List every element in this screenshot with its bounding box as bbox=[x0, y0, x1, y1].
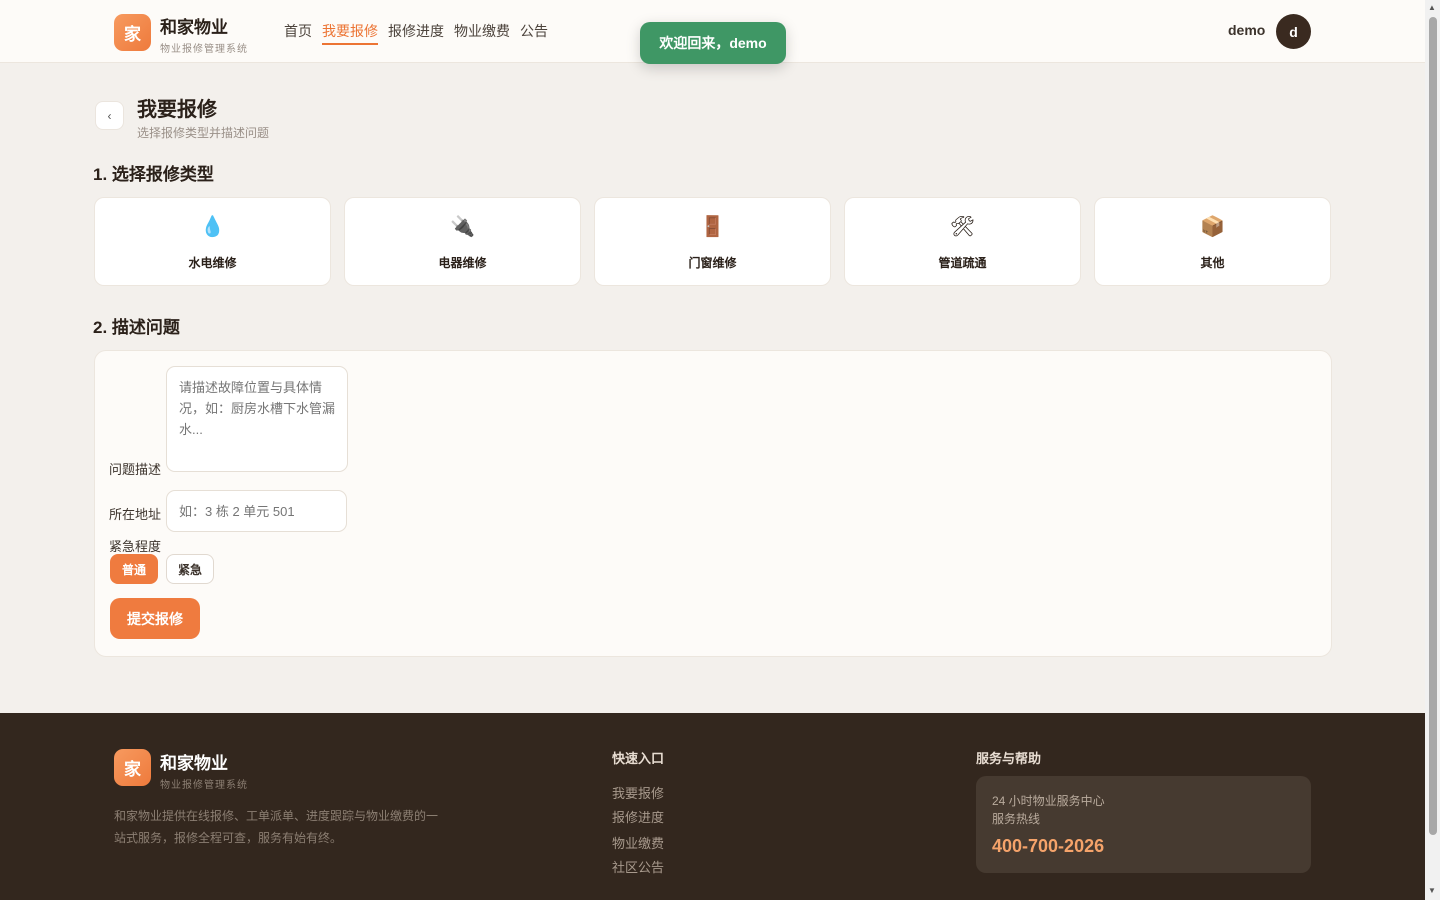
nav-home[interactable]: 首页 bbox=[284, 22, 312, 45]
footer-brand: 和家物业 bbox=[160, 754, 228, 773]
type-label: 其他 bbox=[1200, 256, 1225, 270]
type-label: 水电维修 bbox=[188, 256, 237, 270]
footer-description: 和家物业提供在线报修、工单派单、进度跟踪与物业缴费的一站式服务，报修全程可查，服… bbox=[114, 809, 439, 845]
scroll-down-icon[interactable]: ▼ bbox=[1428, 886, 1436, 895]
submit-repair-button[interactable]: 提交报修 bbox=[110, 598, 200, 639]
scrollbar[interactable]: ▲ ▼ bbox=[1425, 0, 1440, 900]
logo-icon[interactable]: 家 bbox=[114, 14, 151, 51]
footer-link-repair[interactable]: 我要报修 bbox=[612, 783, 664, 802]
service-center-text: 24 小时物业服务中心 bbox=[992, 794, 1105, 808]
brand-subtitle: 物业报修管理系统 bbox=[160, 44, 248, 55]
page-subtitle: 选择报修类型并描述问题 bbox=[137, 126, 270, 140]
type-card-pipe[interactable]: 🛠 管道疏通 bbox=[844, 197, 1081, 286]
hotline-label: 服务热线 bbox=[992, 812, 1041, 826]
nav-progress[interactable]: 报修进度 bbox=[388, 22, 444, 45]
help-title: 服务与帮助 bbox=[976, 751, 1042, 766]
footer-logo-icon: 家 bbox=[114, 749, 151, 786]
footer-link-announcements[interactable]: 社区公告 bbox=[612, 857, 664, 876]
type-label: 门窗维修 bbox=[688, 256, 737, 270]
footer: 家 和家物业 物业报修管理系统 和家物业提供在线报修、工单派单、进度跟踪与物业缴… bbox=[0, 713, 1425, 900]
type-label: 电器维修 bbox=[438, 256, 487, 270]
type-card-plumbing[interactable]: 💧 水电维修 bbox=[94, 197, 331, 286]
welcome-toast: 欢迎回来，demo bbox=[640, 22, 786, 64]
service-hotline-box: 24 小时物业服务中心 服务热线 400-700-2026 bbox=[976, 776, 1311, 873]
tools-icon: 🛠 bbox=[949, 216, 976, 238]
description-textarea[interactable] bbox=[166, 366, 348, 472]
type-label: 管道疏通 bbox=[938, 256, 987, 270]
brand-name[interactable]: 和家物业 bbox=[160, 13, 228, 38]
section-title-type: 1. 选择报修类型 bbox=[93, 165, 214, 184]
urgency-label: 紧急程度 bbox=[109, 539, 162, 554]
water-drop-icon: 💧 bbox=[200, 216, 225, 238]
footer-link-progress[interactable]: 报修进度 bbox=[612, 807, 664, 826]
back-button[interactable]: ‹ bbox=[95, 101, 124, 130]
address-label: 所在地址 bbox=[109, 507, 162, 522]
urgency-normal-button[interactable]: 普通 bbox=[110, 554, 158, 584]
address-input[interactable] bbox=[166, 490, 347, 532]
type-card-appliance[interactable]: 🔌 电器维修 bbox=[344, 197, 581, 286]
desc-label: 问题描述 bbox=[109, 462, 162, 477]
nav-payment[interactable]: 物业缴费 bbox=[454, 22, 510, 45]
footer-brand-subtitle: 物业报修管理系统 bbox=[160, 780, 248, 791]
nav-repair[interactable]: 我要报修 bbox=[322, 22, 378, 45]
main-nav: 首页 我要报修 报修进度 物业缴费 公告 bbox=[284, 22, 548, 45]
hotline-number[interactable]: 400-700-2026 bbox=[992, 836, 1104, 857]
plug-icon: 🔌 bbox=[450, 216, 475, 238]
scroll-up-icon[interactable]: ▲ bbox=[1428, 3, 1436, 12]
type-card-door-window[interactable]: 🚪 门窗维修 bbox=[594, 197, 831, 286]
avatar[interactable]: d bbox=[1276, 14, 1311, 49]
user-name[interactable]: demo bbox=[1228, 22, 1265, 38]
type-card-other[interactable]: 📦 其他 bbox=[1094, 197, 1331, 286]
urgency-urgent-button[interactable]: 紧急 bbox=[166, 554, 214, 584]
section-title-describe: 2. 描述问题 bbox=[93, 318, 180, 337]
scroll-thumb[interactable] bbox=[1429, 17, 1437, 835]
page-title: 我要报修 bbox=[137, 99, 217, 121]
footer-link-payment[interactable]: 物业缴费 bbox=[612, 833, 664, 852]
door-icon: 🚪 bbox=[700, 216, 725, 238]
package-icon: 📦 bbox=[1200, 216, 1225, 238]
nav-announcements[interactable]: 公告 bbox=[520, 22, 548, 45]
quick-links-title: 快速入口 bbox=[612, 751, 665, 766]
